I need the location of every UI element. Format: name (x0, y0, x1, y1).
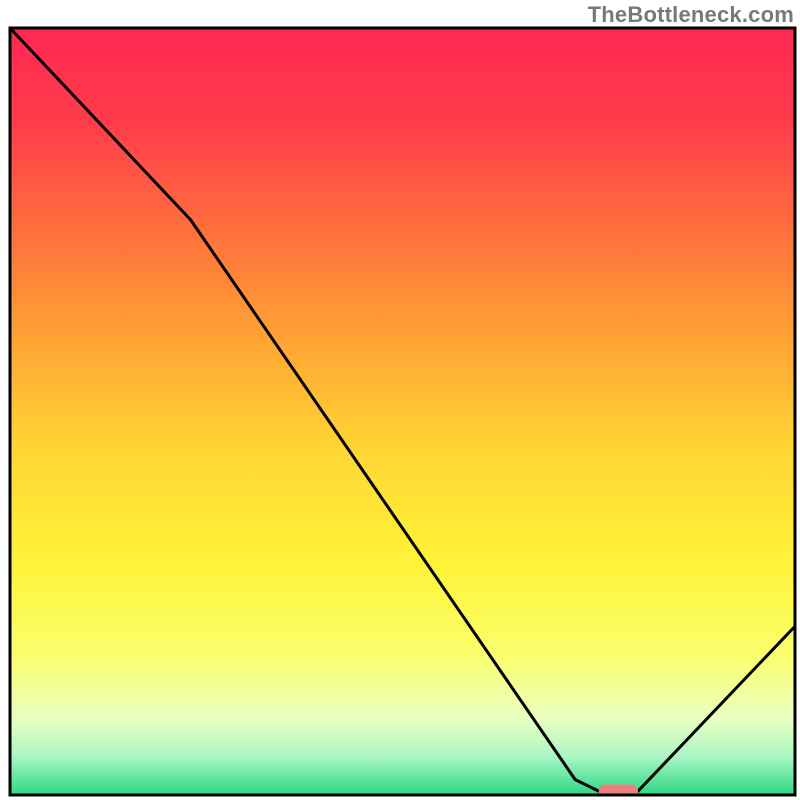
gradient-background (10, 28, 795, 795)
chart-stage: TheBottleneck.com (0, 0, 800, 800)
bottleneck-plot (0, 0, 800, 800)
